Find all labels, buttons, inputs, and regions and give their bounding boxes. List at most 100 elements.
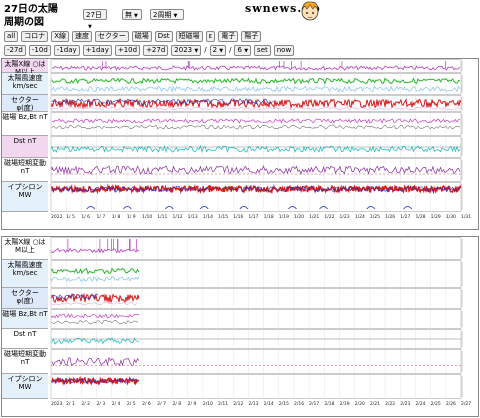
date-tick-label: 1/16	[233, 214, 243, 220]
toggle-button[interactable]: セクター	[94, 31, 129, 42]
row-label: 太陽X線 ○はM以上	[2, 237, 48, 260]
toggle-button[interactable]: 磁場	[131, 31, 152, 42]
date-tick-label: 1/14	[203, 214, 213, 220]
date-tick-label: 1/30	[446, 214, 456, 220]
toggle-button[interactable]: 速度	[71, 31, 92, 42]
date-tick-label: 2023	[51, 401, 63, 407]
row-label: 太陽風速度 km/sec	[2, 260, 48, 288]
toggle-button[interactable]: 電子	[218, 31, 239, 42]
date-tick-label: 1/10	[142, 214, 152, 220]
date-tick-label: 2/12	[233, 401, 243, 407]
date-tick-label: 1/28	[415, 214, 425, 220]
mode-select[interactable]: 無 ▼	[122, 9, 142, 20]
date-tick-label: 1/29	[431, 214, 441, 220]
plot-row	[50, 237, 463, 260]
date-tick-label: 2/ 2	[81, 401, 90, 407]
days-select[interactable]: 27日 ▼	[83, 9, 107, 30]
back-27d-button[interactable]: -27d	[4, 45, 26, 56]
month-select[interactable]: 2 ▼	[209, 45, 227, 56]
date-tick-label: 2/10	[203, 401, 213, 407]
date-tick-label: 2/26	[446, 401, 456, 407]
date-tick-label: 2/14	[264, 401, 274, 407]
date-tick-label: 2/ 8	[172, 401, 181, 407]
fwd-1day-button[interactable]: +1day	[82, 45, 112, 56]
back-10d-button[interactable]: -10d	[28, 45, 51, 56]
plot-row	[50, 59, 463, 73]
plot-row	[50, 349, 463, 374]
date-tick-label: 1/ 9	[127, 214, 136, 220]
date-tick-label: 2/25	[431, 401, 441, 407]
date-tick-label: 2/13	[248, 401, 258, 407]
date-tick-label: 2/ 5	[127, 401, 136, 407]
plot-row	[50, 309, 463, 329]
date-tick-label: 1/25	[370, 214, 380, 220]
chart-area: 2023 2/ 1 2/ 2 2/ 3 2/ 4 2/ 5 2/ 6 2/ 7 2/ 8 2/ 9…	[50, 237, 471, 407]
date-tick-label: 1/24	[355, 214, 365, 220]
nav-row: -27d -10d -1day +1day +10d +27d 2023 ▼ /…	[4, 45, 295, 56]
date-tick-label: 2/ 4	[112, 401, 121, 407]
toggle-button[interactable]: 陽子	[241, 31, 262, 42]
chevron-down-icon: ▼	[219, 48, 224, 54]
cycle-select[interactable]: 2周期 ▼	[150, 9, 184, 20]
date-tick-label: 2/ 3	[97, 401, 106, 407]
toggle-button[interactable]: all	[4, 31, 19, 42]
date-tick-label: 1/17	[248, 214, 258, 220]
chevron-down-icon: ▼	[173, 13, 178, 19]
now-button[interactable]: now	[273, 45, 295, 56]
date-tick-label: 1/31	[461, 214, 471, 220]
date-tick-label: 1/20	[294, 214, 304, 220]
date-tick-label: 1/22	[324, 214, 334, 220]
plot-row	[50, 112, 463, 136]
row-label: イプシロン MW	[2, 182, 48, 212]
chevron-down-icon: ▼	[244, 48, 249, 54]
row-label: 磁場短期変動 nT	[2, 349, 48, 374]
toggle-button[interactable]: Dst	[154, 31, 173, 42]
chart-area: 2022 1/ 5 1/ 6 1/ 7 1/ 8 1/ 9 1/10 1/11 1/12 1/13…	[50, 59, 471, 220]
toggle-row: all コロナ X線 速度 セクター 磁場 Dst 短磁場 ε 電子 陽子	[4, 31, 262, 42]
date-tick-label: 2/21	[370, 401, 380, 407]
fwd-27d-button[interactable]: +27d	[143, 45, 169, 56]
year-select[interactable]: 2023 ▼	[171, 45, 202, 56]
row-label: イプシロン MW	[2, 374, 48, 399]
toggle-button[interactable]: コロナ	[21, 31, 49, 42]
chart-panel-2: 2023 2/ 1 2/ 2 2/ 3 2/ 4 2/ 5 2/ 6 2/ 7 2/ 8 2/ 9…	[1, 236, 479, 417]
row-label: セクター φ(度)	[2, 288, 48, 309]
row-label: セクター φ(度)	[2, 95, 48, 112]
date-tick-label: 2/ 1	[66, 401, 75, 407]
chevron-down-icon: ▼	[134, 13, 138, 19]
date-tick-label: 1/ 8	[112, 214, 121, 220]
date-tick-label: 1/19	[279, 214, 289, 220]
plot-row	[50, 260, 463, 288]
fwd-10d-button[interactable]: +10d	[114, 45, 141, 56]
date-tick-label: 1/26	[385, 214, 395, 220]
date-tick-label: 2/22	[385, 401, 395, 407]
date-tick-label: 2/17	[309, 401, 319, 407]
toggle-button[interactable]: ε	[205, 31, 216, 42]
plot-row	[50, 288, 463, 309]
row-label: 磁場 Bz,Bt nT	[2, 309, 48, 329]
plot-row	[50, 182, 463, 212]
plot-row	[50, 73, 463, 95]
set-button[interactable]: set	[254, 45, 271, 56]
month-value: 2	[212, 46, 218, 54]
chevron-down-icon: ▼	[88, 24, 92, 30]
toggle-button[interactable]: 短磁場	[175, 31, 203, 42]
date-tick-label: 2/27	[461, 401, 471, 407]
date-tick-label: 1/13	[188, 214, 198, 220]
toggle-button[interactable]: X線	[51, 31, 69, 42]
date-tick-label: 1/12	[172, 214, 182, 220]
date-tick-label: 2/11	[218, 401, 228, 407]
date-tick-label: 1/11	[157, 214, 167, 220]
chart-panel-1: 2022 1/ 5 1/ 6 1/ 7 1/ 8 1/ 9 1/10 1/11 1/12 1/13…	[1, 58, 479, 230]
mode-select-value: 無	[125, 11, 132, 19]
mascot-icon	[301, 1, 319, 21]
row-label: 太陽X線 ○はM以上	[2, 59, 48, 76]
row-label: Dst nT	[2, 136, 48, 158]
date-tick-label: 2/19	[340, 401, 350, 407]
back-1day-button[interactable]: -1day	[53, 45, 80, 56]
date-tick-label: 2/ 7	[157, 401, 166, 407]
day-select[interactable]: 6 ▼	[234, 45, 252, 56]
date-tick-label: 1/ 6	[81, 214, 90, 220]
chevron-down-icon: ▼	[194, 48, 199, 54]
date-tick-label: 2/24	[415, 401, 425, 407]
